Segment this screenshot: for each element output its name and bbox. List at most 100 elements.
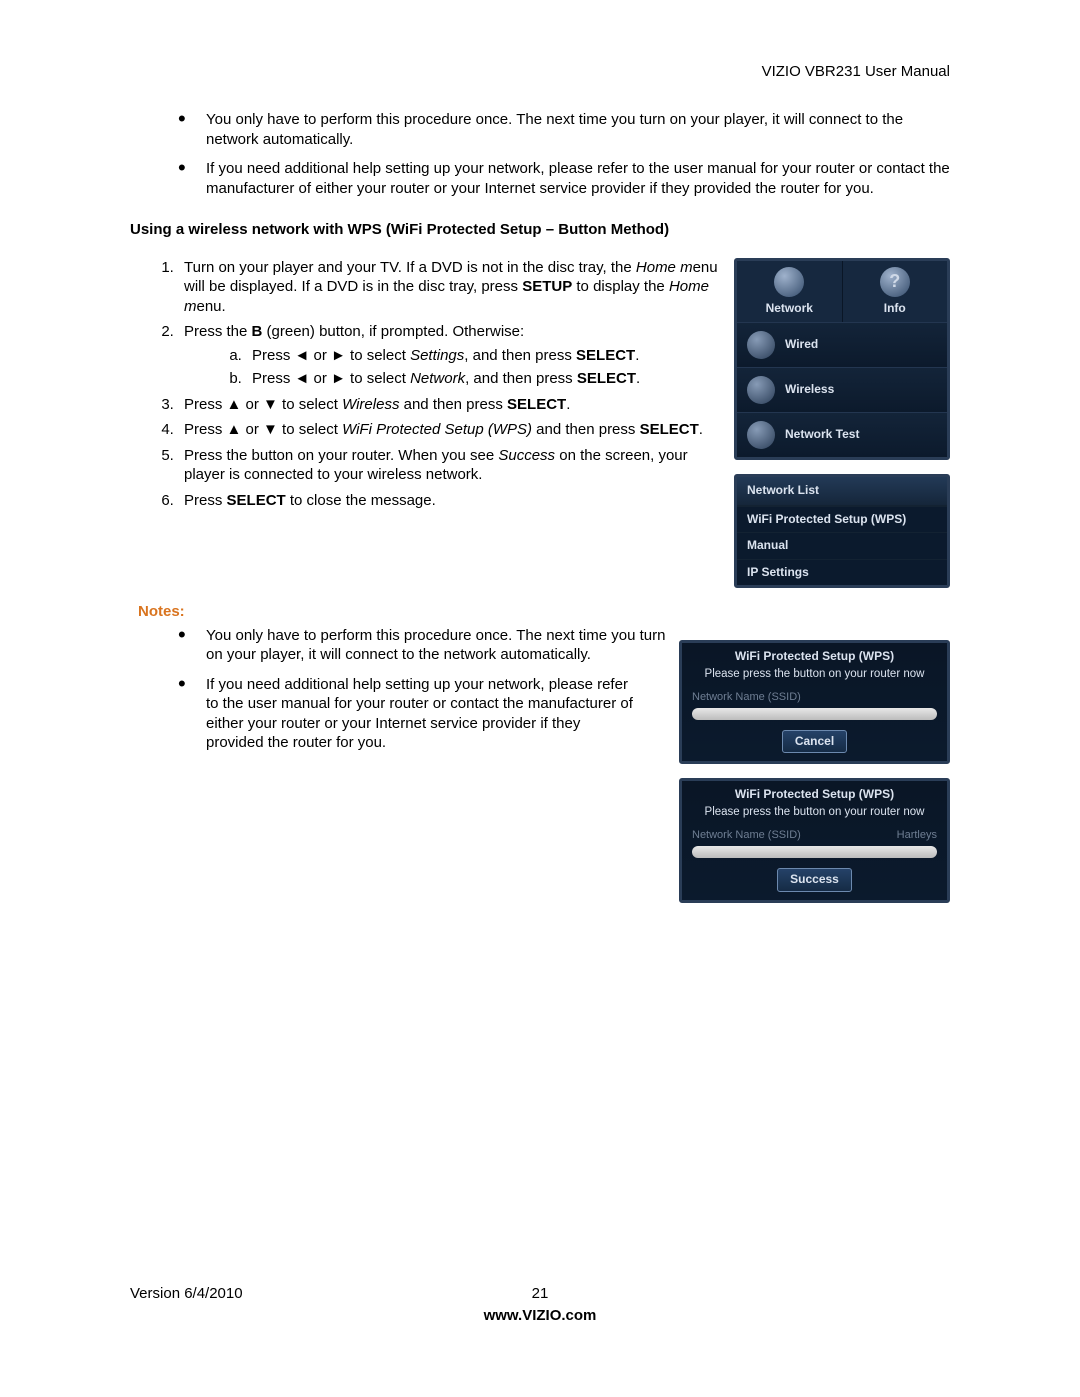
- wps-cancel-screenshot: WiFi Protected Setup (WPS) Please press …: [679, 640, 950, 764]
- panel-header: Network List: [737, 477, 947, 506]
- menu-item-wired: Wired: [737, 322, 947, 367]
- text: to close the message.: [286, 492, 436, 509]
- progress-bar: [692, 846, 937, 858]
- dialog-subtitle: Please press the button on your router n…: [682, 805, 947, 826]
- bold-text: SELECT: [577, 370, 636, 387]
- network-list-screenshot: Network List WiFi Protected Setup (WPS) …: [734, 474, 950, 588]
- text: Press ◄ or ► to select: [252, 370, 410, 387]
- network-icon: [774, 267, 804, 297]
- text: .: [635, 347, 639, 364]
- website-url: www.VIZIO.com: [130, 1306, 950, 1326]
- tabs-row: Network ? Info: [737, 261, 947, 323]
- intro-bullets: You only have to perform this procedure …: [130, 110, 950, 198]
- list-item: WiFi Protected Setup (WPS): [737, 506, 947, 533]
- step-2b: Press ◄ or ► to select Network, and then…: [246, 369, 724, 389]
- dialog-title: WiFi Protected Setup (WPS): [682, 781, 947, 805]
- notes-bullet: You only have to perform this procedure …: [178, 626, 669, 665]
- version-text: Version 6/4/2010: [130, 1284, 243, 1304]
- dialog-title: WiFi Protected Setup (WPS): [682, 643, 947, 667]
- text: enu.: [197, 298, 226, 315]
- menu-label: Network Test: [785, 427, 859, 443]
- italic-text: Settings: [410, 347, 464, 364]
- tab-label: Info: [843, 301, 948, 317]
- notes-row: You only have to perform this procedure …: [130, 626, 950, 903]
- network-test-icon: [747, 421, 775, 449]
- network-menu-screenshot: Network ? Info Wired Wireless Network Te…: [734, 258, 950, 461]
- text: to display the: [572, 278, 669, 295]
- screenshots-column: Network ? Info Wired Wireless Network Te…: [734, 258, 950, 589]
- text: .: [699, 421, 703, 438]
- tab-label: Network: [737, 301, 842, 317]
- cancel-button: Cancel: [782, 730, 847, 754]
- progress-bar: [692, 708, 937, 720]
- menu-label: Wireless: [785, 382, 834, 398]
- text: .: [566, 396, 570, 413]
- bold-text: SELECT: [227, 492, 286, 509]
- italic-text: Success: [498, 447, 555, 464]
- section-heading: Using a wireless network with WPS (WiFi …: [130, 220, 950, 240]
- steps-text: Turn on your player and your TV. If a DV…: [130, 258, 724, 521]
- step-5: Press the button on your router. When yo…: [178, 446, 724, 485]
- text: Press the button on your router. When yo…: [184, 447, 498, 464]
- text: Turn on your player and your TV. If a DV…: [184, 259, 636, 276]
- italic-text: Network: [410, 370, 465, 387]
- menu-item-network-test: Network Test: [737, 412, 947, 457]
- wps-screenshots: WiFi Protected Setup (WPS) Please press …: [679, 626, 950, 903]
- italic-text: WiFi Protected Setup (WPS): [342, 421, 532, 438]
- step-2a: Press ◄ or ► to select Settings, and the…: [246, 346, 724, 366]
- italic-text: Home m: [636, 259, 693, 276]
- page-number: 21: [532, 1284, 549, 1304]
- page-footer: Version 6/4/2010 21 www.VIZIO.com: [130, 1276, 950, 1326]
- text: , and then press: [464, 347, 576, 364]
- bold-text: B: [252, 323, 263, 340]
- step-1: Turn on your player and your TV. If a DV…: [178, 258, 724, 317]
- list-item: Manual: [737, 532, 947, 559]
- field-label: Network Name (SSID): [692, 690, 801, 704]
- step-2: Press the B (green) button, if prompted.…: [178, 322, 724, 389]
- bold-text: SELECT: [507, 396, 566, 413]
- bold-text: SELECT: [576, 347, 635, 364]
- steps-row: Turn on your player and your TV. If a DV…: [130, 258, 950, 589]
- content-body: You only have to perform this procedure …: [130, 110, 950, 903]
- text: and then press: [399, 396, 507, 413]
- text: Press ▲ or ▼ to select: [184, 396, 342, 413]
- intro-bullet: You only have to perform this procedure …: [178, 110, 950, 149]
- field-value: Hartleys: [897, 828, 937, 842]
- step-4: Press ▲ or ▼ to select WiFi Protected Se…: [178, 420, 724, 440]
- menu-label: Wired: [785, 337, 818, 353]
- intro-bullet: If you need additional help setting up y…: [178, 159, 950, 198]
- text: Press the: [184, 323, 252, 340]
- bold-text: SELECT: [640, 421, 699, 438]
- text: Press ◄ or ► to select: [252, 347, 410, 364]
- text: Press ▲ or ▼ to select: [184, 421, 342, 438]
- ssid-field: Network Name (SSID): [682, 688, 947, 706]
- notes-bullets: You only have to perform this procedure …: [130, 626, 669, 753]
- notes-heading: Notes:: [138, 602, 950, 622]
- text: .: [636, 370, 640, 387]
- success-button: Success: [777, 868, 852, 892]
- text: and then press: [532, 421, 640, 438]
- text: Press: [184, 492, 227, 509]
- italic-text: Wireless: [342, 396, 399, 413]
- list-item: IP Settings: [737, 559, 947, 586]
- ssid-field: Network Name (SSID) Hartleys: [682, 826, 947, 844]
- step-6: Press SELECT to close the message.: [178, 491, 724, 511]
- header-doc-title: VIZIO VBR231 User Manual: [762, 62, 950, 82]
- wireless-icon: [747, 376, 775, 404]
- info-icon: ?: [880, 267, 910, 297]
- dialog-subtitle: Please press the button on your router n…: [682, 667, 947, 688]
- step-2-sub: Press ◄ or ► to select Settings, and the…: [228, 346, 724, 389]
- step-3: Press ▲ or ▼ to select Wireless and then…: [178, 395, 724, 415]
- steps-list: Turn on your player and your TV. If a DV…: [130, 258, 724, 511]
- field-label: Network Name (SSID): [692, 828, 801, 842]
- text: (green) button, if prompted. Otherwise:: [262, 323, 524, 340]
- wired-icon: [747, 331, 775, 359]
- notes-bullet: If you need additional help setting up y…: [178, 675, 636, 753]
- text: , and then press: [465, 370, 577, 387]
- wps-success-screenshot: WiFi Protected Setup (WPS) Please press …: [679, 778, 950, 902]
- tab-network: Network: [737, 261, 843, 323]
- menu-item-wireless: Wireless: [737, 367, 947, 412]
- tab-info: ? Info: [843, 261, 948, 323]
- bold-text: SETUP: [522, 278, 572, 295]
- notes-text: You only have to perform this procedure …: [130, 626, 669, 763]
